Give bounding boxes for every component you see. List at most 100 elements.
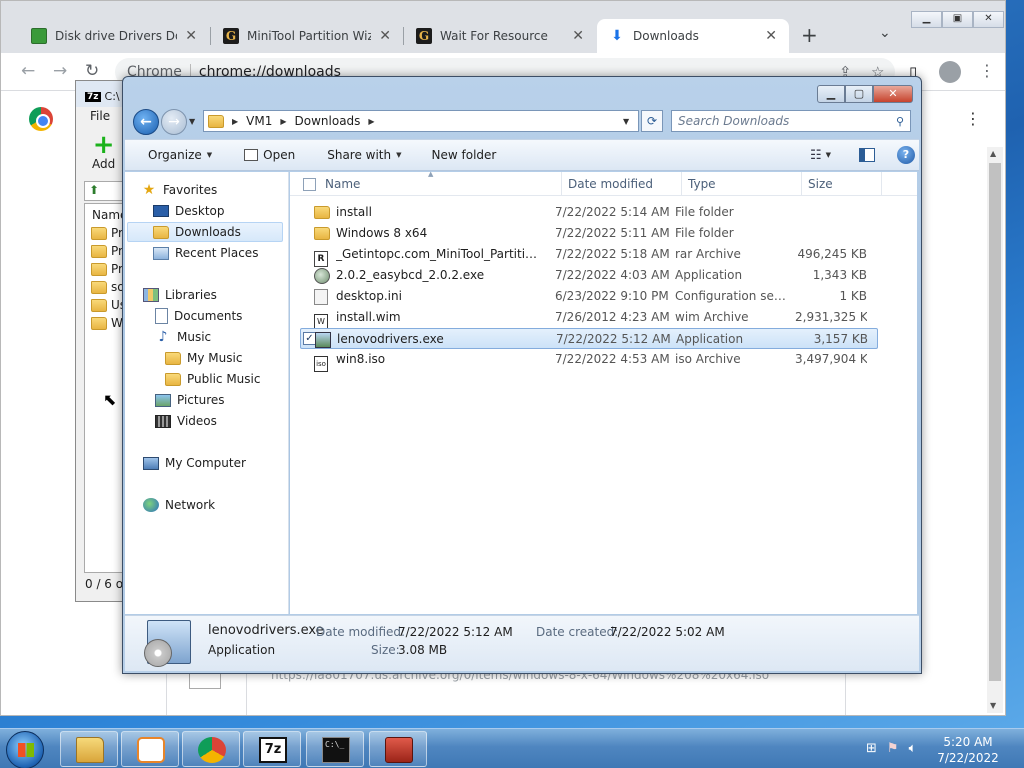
minimize-button[interactable]: ▁ (911, 11, 942, 28)
minimize-button[interactable]: ▁ (817, 85, 845, 103)
nav-item-network[interactable]: Network (143, 495, 215, 515)
taskbar-toolbox-button[interactable] (369, 731, 427, 767)
chevron-down-icon[interactable]: ⌄ (879, 25, 891, 41)
nav-item-label: Desktop (175, 204, 225, 218)
chevron-down-icon[interactable]: ▼ (826, 151, 831, 159)
taskbar-explorer-button[interactable] (60, 731, 118, 767)
close-button[interactable]: ✕ (873, 85, 913, 103)
file-row[interactable]: R _Getintopc.com_MiniTool_Partition_... … (300, 244, 878, 267)
breadcrumb-vm1[interactable]: VM1 (246, 114, 272, 128)
start-button[interactable] (6, 731, 44, 768)
volume-icon[interactable]: 🔈︎ (909, 741, 917, 756)
search-input[interactable]: Search Downloads ⚲ (671, 110, 911, 132)
preview-pane-icon[interactable] (859, 148, 875, 162)
nav-item-favorites[interactable]: ★ Favorites (141, 180, 218, 200)
back-button[interactable]: ← (133, 109, 159, 135)
videos-icon (155, 414, 171, 428)
folder-up-icon[interactable]: ⬆ (89, 183, 99, 197)
tab-disk-drive-drivers[interactable]: Disk drive Drivers Down ✕ (19, 19, 209, 53)
maximize-button[interactable]: ▢ (845, 85, 873, 103)
tab-title: Wait For Resource (440, 29, 548, 43)
nav-item-music[interactable]: ♪ Music (155, 327, 212, 347)
nav-item-desktop[interactable]: Desktop (153, 201, 225, 221)
details-size-value: 3.08 MB (398, 643, 448, 657)
network-tray-icon[interactable]: ⊞ (866, 741, 877, 756)
taskbar-chrome-button[interactable] (182, 731, 240, 767)
file-size: 1,343 KB (812, 268, 867, 282)
forward-button[interactable]: → (161, 109, 187, 135)
organize-button[interactable]: Organize ▼ (125, 148, 224, 162)
7zip-icon: 7z (259, 737, 287, 763)
file-row[interactable]: iso win8.iso 7/22/2022 4:53 AM iso Archi… (300, 349, 878, 372)
breadcrumb-downloads[interactable]: Downloads (295, 114, 361, 128)
column-header-type[interactable]: Type (682, 172, 802, 196)
nav-item-documents[interactable]: Documents (155, 306, 242, 326)
close-icon[interactable]: ✕ (379, 28, 391, 44)
menu-kebab-icon[interactable]: ⋮ (979, 61, 995, 80)
g-logo-icon: G (223, 28, 239, 44)
close-button[interactable]: ✕ (973, 11, 1004, 28)
tab-downloads[interactable]: ⬇ Downloads ✕ (597, 19, 789, 53)
folder-icon (91, 244, 107, 258)
nav-item-downloads[interactable]: Downloads (127, 222, 283, 242)
select-all-checkbox[interactable] (303, 178, 316, 191)
address-bar[interactable]: ▶ VM1 ▶ Downloads ▶ (203, 110, 639, 132)
action-center-flag-icon[interactable]: ⚑ (887, 741, 899, 756)
new-tab-button[interactable]: + (801, 23, 818, 47)
recent-pages-dropdown[interactable]: ▼ (189, 117, 195, 126)
add-button[interactable]: + Add (92, 132, 115, 171)
downloads-menu-icon[interactable]: ⋮ (965, 109, 981, 128)
column-header-size[interactable]: Size (802, 172, 882, 196)
file-row-selected[interactable]: ✓ lenovodrivers.exe 7/22/2022 5:12 AM Ap… (300, 328, 878, 349)
back-button[interactable]: ← (21, 61, 35, 81)
nav-item-my-music[interactable]: My Music (165, 348, 242, 368)
column-header-date-modified[interactable]: Date modified (562, 172, 682, 196)
new-folder-button[interactable]: New folder (414, 148, 509, 162)
file-row[interactable]: W install.wim 7/26/2012 4:23 AM wim Arch… (300, 307, 878, 330)
nav-item-recent-places[interactable]: Recent Places (153, 243, 258, 263)
address-dropdown[interactable]: ▼ (623, 117, 629, 126)
maximize-button[interactable]: ▣ (942, 11, 973, 28)
refresh-button[interactable]: ⟳ (641, 110, 663, 132)
file-row[interactable]: Windows 8 x64 7/22/2022 5:11 AM File fol… (300, 223, 878, 244)
nav-item-videos[interactable]: Videos (155, 411, 217, 431)
column-header-name[interactable]: Name (319, 172, 562, 196)
close-icon[interactable]: ✕ (572, 28, 584, 44)
scrollbar-thumb[interactable] (989, 163, 1001, 681)
open-label: Open (263, 148, 296, 162)
taskbar-7zip-button[interactable]: 7z (243, 731, 301, 767)
breadcrumb-arrow-icon[interactable]: ▶ (280, 117, 286, 126)
tab-wait-for-resource[interactable]: G Wait For Resource ✕ (404, 19, 596, 53)
share-with-button[interactable]: Share with ▼ (307, 148, 413, 162)
help-icon[interactable]: ? (897, 146, 915, 164)
close-icon[interactable]: ✕ (185, 28, 197, 44)
breadcrumb-arrow-icon[interactable]: ▶ (368, 117, 374, 126)
nav-item-public-music[interactable]: Public Music (165, 369, 260, 389)
change-view-icon[interactable]: ☷ (810, 148, 822, 163)
close-icon[interactable]: ✕ (765, 28, 777, 44)
file-date: 7/22/2022 4:53 AM (555, 352, 670, 366)
file-row[interactable]: 2.0.2_easybcd_2.0.2.exe 7/22/2022 4:03 A… (300, 265, 878, 286)
file-size: 3,157 KB (813, 332, 868, 346)
system-clock[interactable]: 5:20 AM 7/22/2022 (922, 734, 1014, 766)
reload-button[interactable]: ↻ (85, 61, 99, 81)
new-folder-label: New folder (431, 148, 497, 162)
profile-avatar[interactable] (939, 61, 961, 83)
file-type: Configuration sett... (675, 289, 790, 303)
file-row[interactable]: desktop.ini 6/23/2022 9:10 PM Configurat… (300, 286, 878, 307)
nav-item-my-computer[interactable]: My Computer (143, 453, 246, 473)
scroll-down-arrow[interactable]: ▼ (990, 701, 996, 710)
tab-minitool[interactable]: G MiniTool Partition Wizar ✕ (211, 19, 403, 53)
forward-button[interactable]: → (53, 61, 67, 81)
download-icon: ⬇ (611, 28, 623, 44)
nav-item-pictures[interactable]: Pictures (155, 390, 225, 410)
cmd-icon: C:\_ (322, 737, 350, 763)
chevron-down-icon: ▼ (396, 151, 402, 159)
taskbar-cmd-button[interactable]: C:\_ (306, 731, 364, 767)
file-row[interactable]: install 7/22/2022 5:14 AM File folder (300, 202, 878, 223)
scroll-up-arrow[interactable]: ▲ (990, 149, 996, 158)
nav-item-libraries[interactable]: Libraries (143, 285, 217, 305)
breadcrumb-arrow-icon[interactable]: ▶ (232, 117, 238, 126)
taskbar-media-player-button[interactable] (121, 731, 179, 767)
open-button[interactable]: Open (224, 148, 307, 162)
